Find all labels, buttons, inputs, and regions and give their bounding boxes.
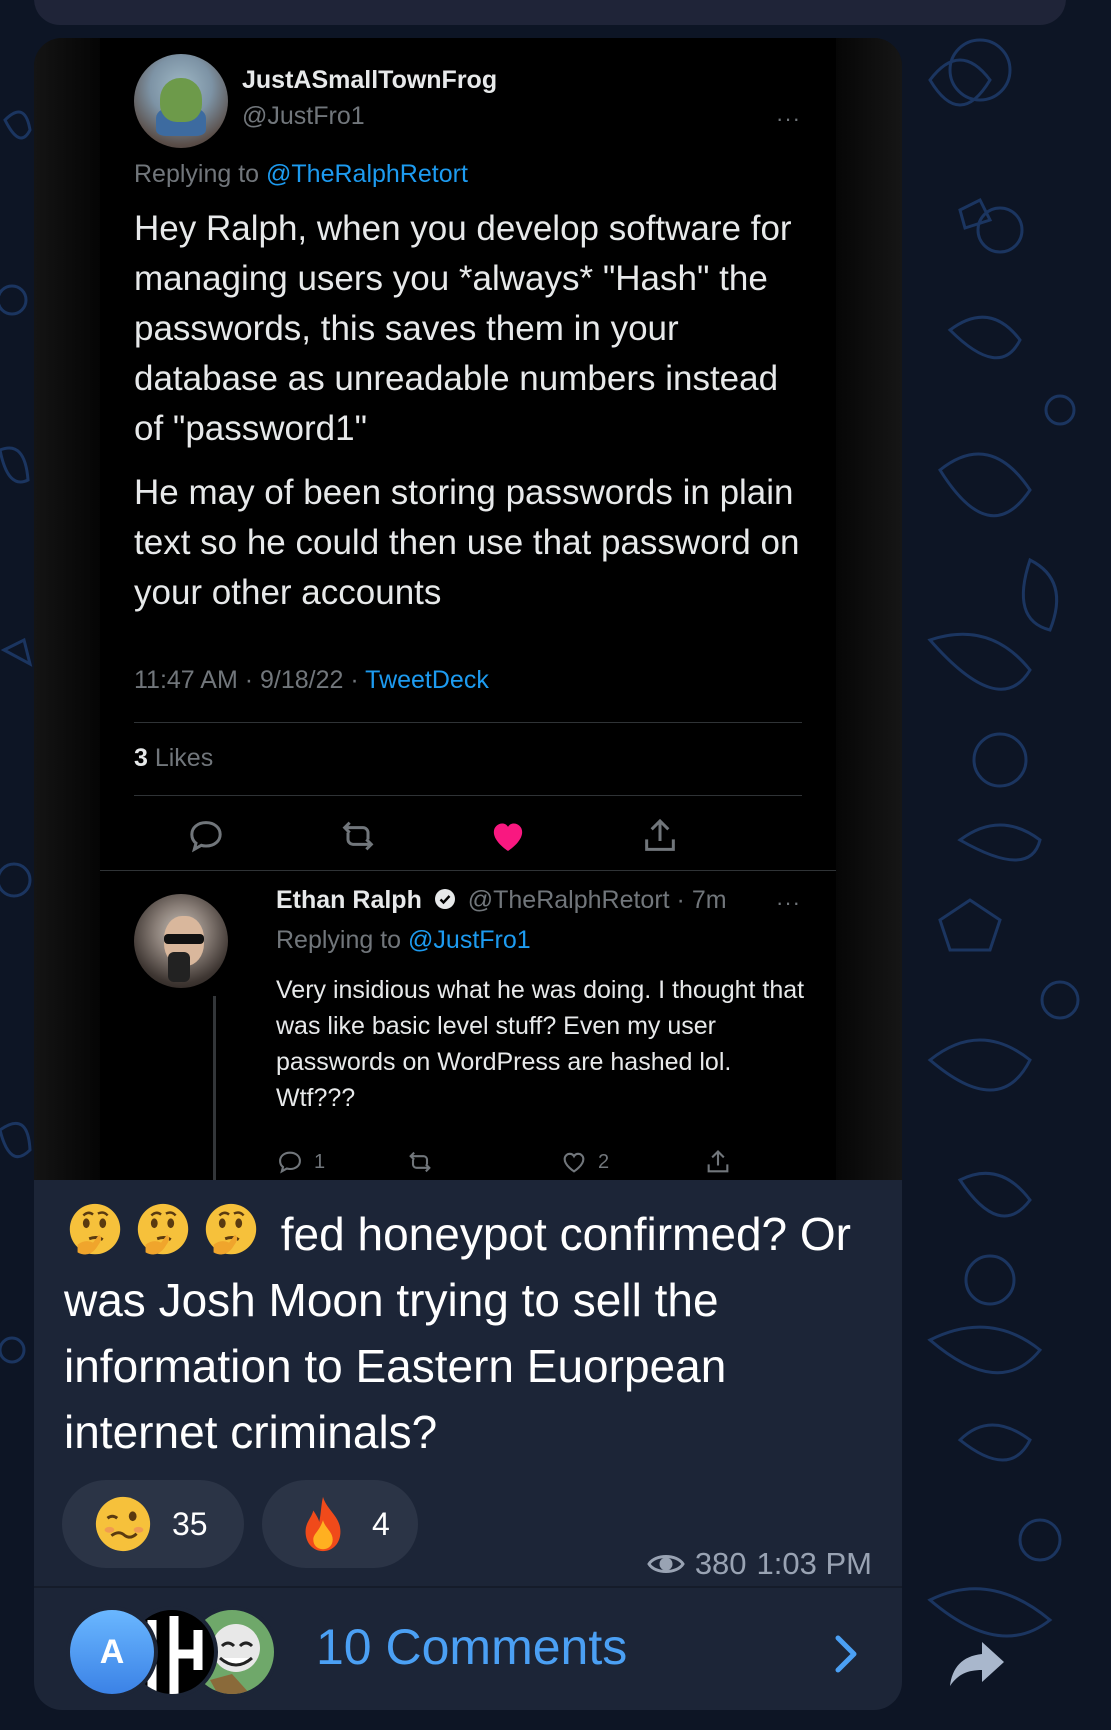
reply-header: Ethan Ralph @TheRalphRetort · 7m xyxy=(276,886,727,915)
more-options-icon: ··· xyxy=(776,890,801,915)
thinking-face-icon xyxy=(205,1203,257,1255)
thinking-face-icon xyxy=(137,1203,189,1255)
divider xyxy=(100,870,836,871)
thread-line xyxy=(213,996,216,1180)
tweet-time: 11:47 AM · 9/18/22 · xyxy=(134,666,366,694)
retweet-icon xyxy=(342,821,374,851)
message-time: 1:03 PM xyxy=(756,1546,872,1581)
tweet-card: JustASmallTownFrog @JustFro1 ··· Replyin… xyxy=(100,38,836,1180)
fire-icon xyxy=(305,1496,341,1552)
reply-share xyxy=(704,1148,732,1176)
reply-like-count: 2 xyxy=(560,1148,609,1176)
tweet-paragraph-1: Hey Ralph, when you develop software for… xyxy=(134,209,792,448)
like-count: 2 xyxy=(598,1150,610,1173)
thinking-face-icon xyxy=(69,1203,121,1255)
reaction-fire[interactable]: 4 xyxy=(262,1480,418,1568)
divider xyxy=(134,722,802,723)
tweet-actions xyxy=(100,816,836,864)
reply-author-name: Ethan Ralph xyxy=(276,886,422,914)
reply-retweet xyxy=(406,1148,434,1176)
tweet-likes: 3 Likes xyxy=(134,744,213,773)
tweet-source: TweetDeck xyxy=(365,666,489,694)
replying-to-link: @JustFro1 xyxy=(408,926,531,954)
share-icon xyxy=(645,818,675,851)
comments-button[interactable]: A 10 Comments xyxy=(34,1588,902,1710)
share-icon xyxy=(707,1150,729,1173)
reaction-count: 35 xyxy=(172,1505,208,1542)
verified-badge-icon xyxy=(434,889,455,909)
tweet-author-name: JustASmallTownFrog xyxy=(242,66,498,94)
divider xyxy=(134,795,802,796)
reaction-woozy[interactable]: 35 xyxy=(62,1480,244,1568)
commenter-avatar: A xyxy=(66,1606,158,1698)
more-options-icon: ··· xyxy=(776,106,801,131)
heart-icon xyxy=(563,1152,585,1173)
ethan-avatar xyxy=(134,894,228,988)
message-meta: 380 1:03 PM xyxy=(647,1546,872,1582)
reply-actions: 1 2 xyxy=(276,1148,776,1178)
previous-message-bubble[interactable] xyxy=(34,0,1066,25)
eye-icon xyxy=(647,1555,685,1573)
reply-icon xyxy=(190,821,222,853)
likes-label: Likes xyxy=(147,744,214,772)
replying-prefix: Replying to xyxy=(276,926,409,954)
frog-avatar xyxy=(134,54,228,148)
tweet-screenshot-image[interactable]: JustASmallTownFrog @JustFro1 ··· Replyin… xyxy=(34,38,902,1180)
reply-replying-to: Replying to @JustFro1 xyxy=(276,926,531,955)
image-edge-right xyxy=(836,38,902,1180)
tweet-author-handle: @JustFro1 xyxy=(242,102,365,130)
tweet-paragraph-2: He may of been storing passwords in plai… xyxy=(134,473,800,612)
image-edge-left xyxy=(34,38,100,1180)
likes-count: 3 xyxy=(134,744,148,772)
message-caption: fed honeypot confirmed? Or was Josh Moon… xyxy=(64,1200,864,1465)
message-bubble[interactable]: JustASmallTownFrog @JustFro1 ··· Replyin… xyxy=(34,38,902,1710)
chevron-right-icon xyxy=(835,1635,857,1673)
woozy-face-icon xyxy=(95,1496,151,1552)
forward-icon[interactable] xyxy=(944,1628,1010,1694)
tweet-body: Hey Ralph, when you develop software for… xyxy=(134,204,814,618)
reply-author-handle: @TheRalphRetort · 7m xyxy=(467,886,727,914)
tweet-replying-to: Replying to @TheRalphRetort xyxy=(134,160,468,189)
reaction-count: 4 xyxy=(372,1505,390,1542)
comments-label: 10 Comments xyxy=(316,1619,628,1675)
reply-icon xyxy=(279,1151,301,1174)
tweet-timestamp: 11:47 AM · 9/18/22 · TweetDeck xyxy=(134,666,489,695)
replying-to-link: @TheRalphRetort xyxy=(266,160,468,188)
retweet-icon xyxy=(409,1151,431,1173)
replying-prefix: Replying to xyxy=(134,160,267,188)
views-count: 380 xyxy=(694,1546,747,1581)
reply-count: 1 xyxy=(314,1150,326,1173)
liked-heart-icon xyxy=(493,823,523,851)
reply-reply-count: 1 xyxy=(276,1148,325,1176)
reply-body: Very insidious what he was doing. I thou… xyxy=(276,976,805,1112)
